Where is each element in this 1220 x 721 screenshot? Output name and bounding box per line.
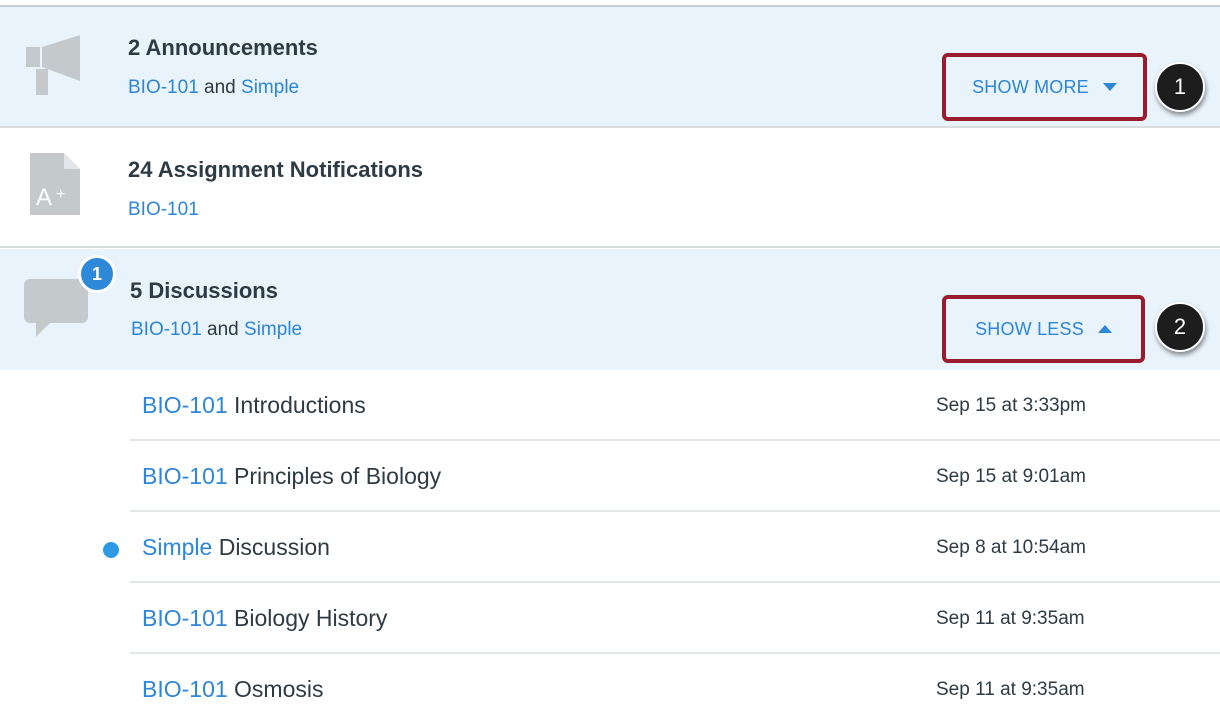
discussion-item-title[interactable]: BIO-101 Osmosis (142, 676, 324, 703)
show-less-label: SHOW LESS (975, 318, 1084, 339)
discussions-title[interactable]: 5 Discussions (130, 278, 278, 304)
conjunction-text: and (207, 319, 239, 340)
list-item[interactable]: BIO-101 Biology History Sep 11 at 9:35am (130, 583, 1220, 654)
svg-text:A: A (36, 184, 52, 211)
item-course-link[interactable]: BIO-101 (142, 392, 228, 418)
announcements-group: 2 Announcements BIO-101 and Simple SHOW … (0, 7, 1220, 128)
discussion-item-title[interactable]: BIO-101 Introductions (142, 392, 366, 419)
item-date: Sep 11 at 9:35am (936, 608, 1085, 629)
show-more-button[interactable]: SHOW MORE (946, 57, 1143, 117)
show-more-label: SHOW MORE (972, 76, 1089, 97)
list-item[interactable]: Simple Discussion Sep 8 at 10:54am (103, 512, 1220, 583)
show-less-button[interactable]: SHOW LESS (946, 299, 1141, 359)
item-course-link[interactable]: BIO-101 (142, 463, 228, 489)
assignment-grade-icon: A + (30, 153, 80, 215)
assignment-courses: BIO-101 (128, 199, 199, 221)
show-more-highlight: SHOW MORE (942, 53, 1147, 121)
assignment-notifications-title[interactable]: 24 Assignment Notifications (128, 157, 423, 183)
svg-text:+: + (56, 186, 65, 203)
course-link-bio101[interactable]: BIO-101 (128, 77, 199, 98)
unread-count-badge: 1 (78, 255, 116, 293)
caret-up-icon (1097, 325, 1112, 333)
conjunction-text: and (204, 77, 236, 98)
list-item[interactable]: BIO-101 Introductions Sep 15 at 3:33pm (130, 370, 1220, 441)
item-course-link[interactable]: BIO-101 (142, 676, 228, 702)
item-date: Sep 15 at 3:33pm (936, 395, 1086, 416)
discussion-item-title[interactable]: BIO-101 Biology History (142, 605, 387, 632)
megaphone-icon (26, 35, 80, 95)
discussion-bubble-icon (24, 279, 88, 337)
discussion-item-title[interactable]: Simple Discussion (142, 534, 330, 561)
discussion-item-title[interactable]: BIO-101 Principles of Biology (142, 463, 441, 490)
discussions-courses: BIO-101 and Simple (131, 319, 302, 341)
assignment-notifications-group: A + 24 Assignment Notifications BIO-101 (0, 129, 1220, 248)
unread-dot-icon (103, 542, 119, 558)
course-link-bio101[interactable]: BIO-101 (131, 319, 202, 340)
list-item[interactable]: BIO-101 Principles of Biology Sep 15 at … (130, 441, 1220, 512)
course-link-simple[interactable]: Simple (244, 319, 302, 340)
item-date: Sep 11 at 9:35am (936, 679, 1085, 700)
item-course-link[interactable]: Simple (142, 534, 212, 560)
item-date: Sep 8 at 10:54am (936, 537, 1086, 558)
list-item[interactable]: BIO-101 Osmosis Sep 11 at 9:35am (130, 654, 1220, 721)
course-link-simple[interactable]: Simple (241, 77, 299, 98)
item-title-text[interactable]: Discussion (219, 534, 330, 560)
item-title-text[interactable]: Biology History (234, 605, 387, 631)
item-title-text[interactable]: Introductions (234, 392, 366, 418)
show-less-highlight: SHOW LESS (942, 295, 1145, 363)
callout-number-2: 2 (1155, 302, 1205, 352)
item-date: Sep 15 at 9:01am (936, 466, 1086, 487)
course-link-bio101[interactable]: BIO-101 (128, 199, 199, 220)
caret-down-icon (1102, 83, 1117, 91)
item-title-text[interactable]: Osmosis (234, 676, 323, 702)
callout-number-1: 1 (1155, 62, 1205, 112)
announcements-title[interactable]: 2 Announcements (128, 35, 318, 61)
discussions-group: 1 5 Discussions BIO-101 and Simple SHOW … (0, 249, 1220, 370)
announcements-courses: BIO-101 and Simple (128, 77, 299, 99)
item-course-link[interactable]: BIO-101 (142, 605, 228, 631)
item-title-text[interactable]: Principles of Biology (234, 463, 441, 489)
